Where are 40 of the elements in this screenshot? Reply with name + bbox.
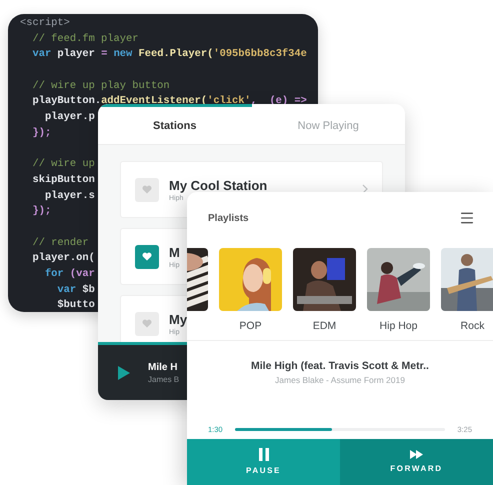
menu-icon[interactable] (459, 210, 475, 226)
code-line: player.p (44, 110, 95, 126)
code-line: player.on( (31, 251, 95, 266)
playlist-label[interactable]: EDM (312, 320, 336, 332)
code-line: player.s (44, 188, 95, 204)
playlist-label[interactable]: Rock (460, 320, 484, 332)
heart-icon (142, 319, 152, 328)
station-title: M (169, 244, 180, 260)
track-artist: James B (148, 374, 180, 384)
code-line: for (var (44, 267, 95, 282)
code-line: var player = new Feed.Player('095b6bb8c3f34e (31, 47, 307, 62)
code-line: <script> (20, 16, 70, 31)
favorite-toggle[interactable] (135, 244, 159, 268)
fast-forward-icon (410, 450, 424, 460)
code-line: var $b (56, 282, 95, 298)
favorite-toggle[interactable] (135, 312, 159, 336)
playlist-label[interactable]: Hip Hop (380, 320, 418, 332)
track-title: Mile H (148, 362, 178, 372)
chevron-icon (362, 184, 368, 194)
pause-icon (258, 448, 268, 462)
station-title: My (169, 312, 187, 326)
station-title: My Cool Station (169, 178, 268, 192)
song-title: Mile High (feat. Travis Scott & Metr.. (251, 360, 429, 372)
code-line: // wire up play button (31, 78, 170, 94)
tab[interactable]: Stations (98, 104, 252, 144)
song-artist: James Blake - Assume Form 2019 (275, 375, 405, 386)
forward-button[interactable]: FORWARD (340, 438, 493, 485)
favorite-toggle[interactable] (135, 178, 159, 202)
code-line: }); (31, 126, 52, 141)
heart-icon (142, 185, 152, 194)
progress-track[interactable] (234, 428, 446, 431)
heart-icon (142, 252, 152, 261)
code-line: // feed.fm player (31, 32, 138, 47)
playlist-label[interactable]: POP (239, 320, 262, 332)
play-icon[interactable] (118, 366, 130, 380)
code-line: // wire up (31, 157, 95, 172)
code-line: $butto (56, 298, 95, 312)
code-line: // render (31, 236, 89, 251)
code-line: skipButton (31, 172, 95, 188)
code-line: }); (31, 204, 52, 220)
